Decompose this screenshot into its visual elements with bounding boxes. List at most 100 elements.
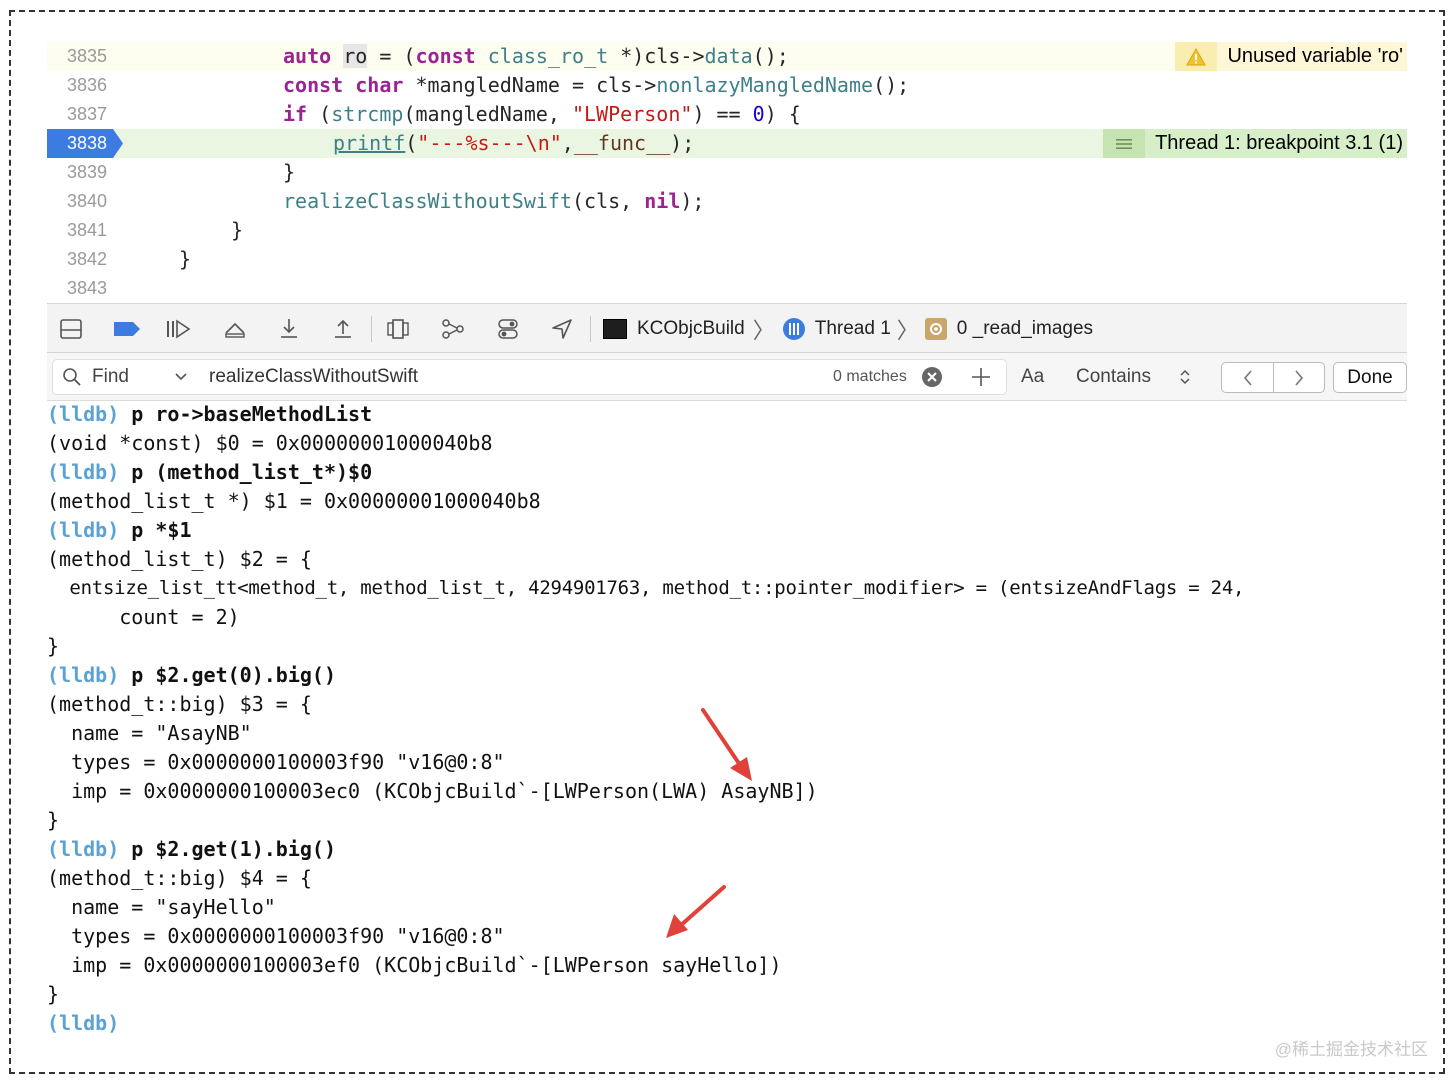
lldb-prompt: (lldb) xyxy=(47,837,120,861)
step-over-icon[interactable] xyxy=(222,316,248,342)
console-command: p $2.get(1).big() xyxy=(119,837,336,861)
next-match-button[interactable] xyxy=(1274,363,1324,392)
line-number: 3836 xyxy=(67,75,108,95)
code-line-3835[interactable]: 3835 auto ro = (const class_ro_t *)cls->… xyxy=(47,42,1407,71)
environment-overrides-icon[interactable] xyxy=(495,316,521,342)
previous-match-button[interactable] xyxy=(1222,363,1274,392)
code-line-3839[interactable]: 3839 } xyxy=(47,158,1407,187)
console-line: types = 0x0000000100003f90 "v16@0:8" xyxy=(47,924,505,948)
console-line: (method_t::big) $3 = { xyxy=(47,692,312,716)
console-command: p (method_list_t*)$0 xyxy=(119,460,373,484)
console-line: (lldb) xyxy=(47,1009,119,1038)
simulate-location-icon[interactable] xyxy=(549,316,575,342)
line-number: 3840 xyxy=(67,191,108,211)
step-into-icon[interactable] xyxy=(276,316,302,342)
line-number: 3841 xyxy=(67,220,108,240)
line-number: 3843 xyxy=(67,278,108,298)
breadcrumb-frame[interactable]: 0 _read_images xyxy=(957,318,1093,340)
code-text: auto ro = (const class_ro_t *)cls->data(… xyxy=(283,44,789,68)
line-number: 3837 xyxy=(67,104,108,124)
hide-debug-area-icon[interactable] xyxy=(58,316,84,342)
breakpoint-annotation[interactable]: Thread 1: breakpoint 3.1 (1) xyxy=(1103,129,1407,158)
console-line: entsize_list_tt<method_t, method_list_t,… xyxy=(47,577,1245,599)
code-text: const char *mangledName = cls->nonlazyMa… xyxy=(283,73,910,97)
match-mode-selector[interactable]: Contains xyxy=(1076,353,1191,401)
find-mode-label: Find xyxy=(92,366,129,387)
breadcrumb: KCObjcBuild 〉 Thread 1 〉 0 _read_images xyxy=(603,304,1093,354)
console-line: (lldb) p ro->baseMethodList xyxy=(47,400,372,429)
chevron-left-icon xyxy=(1243,369,1252,386)
chevron-updown-icon xyxy=(1180,369,1190,385)
code-text: } xyxy=(179,247,192,271)
breakpoint-text: Thread 1: breakpoint 3.1 (1) xyxy=(1155,132,1403,154)
console-command: p *$1 xyxy=(119,518,192,542)
code-line-3836[interactable]: 3836 const char *mangledName = cls->nonl… xyxy=(47,71,1407,100)
continue-icon[interactable] xyxy=(165,316,191,342)
console-line: (lldb) p $2.get(1).big() xyxy=(47,835,336,864)
match-count: 0 matches xyxy=(833,368,907,385)
lldb-prompt: (lldb) xyxy=(47,402,120,426)
chevron-right-icon: 〉 xyxy=(752,318,775,343)
warning-text: Unused variable 'ro' xyxy=(1227,45,1403,67)
breadcrumb-target[interactable]: KCObjcBuild xyxy=(637,318,745,340)
watermark: @稀土掘金技术社区 xyxy=(1274,1040,1428,1059)
console-line: (lldb) p (method_list_t*)$0 xyxy=(47,458,372,487)
console-line: (lldb) p *$1 xyxy=(47,516,192,545)
breakpoint-marker[interactable]: 3838 xyxy=(47,129,123,158)
chevron-right-icon: 〉 xyxy=(896,318,919,343)
code-editor: 3835 auto ro = (const class_ro_t *)cls->… xyxy=(47,42,1407,303)
code-text: printf("---%s---\n",__func__); xyxy=(333,131,695,155)
add-pattern-icon[interactable] xyxy=(971,353,991,401)
terminal-icon xyxy=(603,319,627,339)
case-sensitive-toggle[interactable]: Aa xyxy=(1021,353,1044,401)
console-line: name = "sayHello" xyxy=(47,895,276,919)
lldb-prompt: (lldb) xyxy=(47,518,120,542)
console-line: } xyxy=(47,634,60,658)
lldb-prompt: (lldb) xyxy=(47,460,120,484)
find-query-input[interactable]: realizeClassWithoutSwift xyxy=(209,353,418,401)
menu-lines-icon xyxy=(1103,129,1146,158)
warning-annotation[interactable]: Unused variable 'ro' xyxy=(1175,42,1407,71)
line-number: 3842 xyxy=(67,249,108,269)
console-command: p ro->baseMethodList xyxy=(119,402,373,426)
code-line-3842[interactable]: 3842 } xyxy=(47,245,1407,274)
memory-graph-icon[interactable] xyxy=(440,316,466,342)
code-text: } xyxy=(231,218,244,242)
code-line-3837[interactable]: 3837 if (strcmp(mangledName, "LWPerson")… xyxy=(47,100,1407,129)
console-line: (method_list_t) $2 = { xyxy=(47,547,312,571)
console-line: (void *const) $0 = 0x00000001000040b8 xyxy=(47,431,493,455)
toolbar-divider xyxy=(590,316,591,342)
console-line: (lldb) p $2.get(0).big() xyxy=(47,661,336,690)
code-line-3843[interactable]: 3843 xyxy=(47,274,1407,303)
code-line-3840[interactable]: 3840 realizeClassWithoutSwift(cls, nil); xyxy=(47,187,1407,216)
view-hierarchy-icon[interactable] xyxy=(385,316,411,342)
console-line: types = 0x0000000100003f90 "v16@0:8" xyxy=(47,750,505,774)
code-line-3841[interactable]: 3841 } xyxy=(47,216,1407,245)
breakpoints-toggle-icon[interactable] xyxy=(112,316,142,342)
match-mode-label: Contains xyxy=(1076,366,1151,387)
line-number: 3839 xyxy=(67,162,108,182)
line-number: 3838 xyxy=(67,133,108,153)
code-line-3838[interactable]: 3838 printf("---%s---\n",__func__); Thre… xyxy=(47,129,1407,158)
console-line: } xyxy=(47,808,60,832)
code-text: realizeClassWithoutSwift(cls, nil); xyxy=(283,189,705,213)
chevron-right-icon xyxy=(1295,369,1304,386)
code-text: } xyxy=(283,160,296,184)
find-mode-selector[interactable]: Find xyxy=(62,353,187,401)
console-command: p $2.get(0).big() xyxy=(119,663,336,687)
search-icon xyxy=(63,368,81,386)
console-line: imp = 0x0000000100003ec0 (KCObjcBuild`-[… xyxy=(47,779,818,803)
breadcrumb-thread[interactable]: Thread 1 xyxy=(815,318,891,340)
frame-icon xyxy=(924,318,947,340)
warning-icon xyxy=(1175,42,1218,71)
thread-icon xyxy=(782,318,805,340)
clear-search-icon[interactable] xyxy=(921,353,943,401)
step-out-icon[interactable] xyxy=(330,316,356,342)
done-button[interactable]: Done xyxy=(1333,362,1407,393)
toolbar-divider xyxy=(371,316,372,342)
code-text: if (strcmp(mangledName, "LWPerson") == 0… xyxy=(283,102,801,126)
find-bar: Find realizeClassWithoutSwift 0 matches … xyxy=(47,353,1407,401)
console-line: count = 2) xyxy=(47,605,240,629)
lldb-prompt: (lldb) xyxy=(47,663,120,687)
debug-toolbar: KCObjcBuild 〉 Thread 1 〉 0 _read_images xyxy=(47,303,1407,353)
